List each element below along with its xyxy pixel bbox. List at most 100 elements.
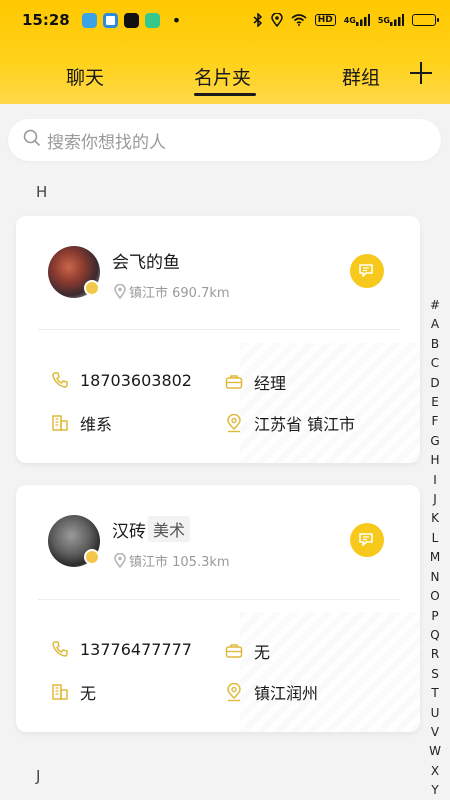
section-header: J: [36, 767, 41, 785]
index-letter[interactable]: J: [433, 490, 437, 509]
index-letter[interactable]: L: [432, 529, 439, 548]
index-letter[interactable]: I: [433, 471, 437, 490]
card-background-pattern: [240, 343, 420, 463]
index-letter[interactable]: X: [431, 762, 439, 781]
index-letter[interactable]: U: [431, 704, 440, 723]
index-letter[interactable]: T: [431, 684, 438, 703]
index-letter[interactable]: Q: [430, 626, 439, 645]
status-time: 15:28: [22, 11, 70, 29]
building-icon: [50, 682, 70, 702]
phone-number: 13776477777: [80, 639, 192, 659]
job-title: 无: [254, 643, 271, 662]
index-letter[interactable]: O: [430, 587, 439, 606]
chat-icon: [359, 264, 373, 277]
location-icon: [270, 13, 283, 27]
location-text: 镇江市 105.3km: [129, 555, 230, 570]
contact-card[interactable]: 会飞的鱼 镇江市 690.7km 18703603802 经理 维系 江苏省 镇…: [16, 216, 420, 463]
job-title-field: 经理: [224, 370, 286, 394]
alphabet-index[interactable]: # A B C D E F G H I J K L M N O P Q R S …: [426, 296, 444, 800]
search-icon: [23, 129, 41, 151]
contact-tag: 美术: [148, 516, 191, 542]
index-letter[interactable]: H: [430, 451, 439, 470]
index-letter[interactable]: B: [431, 335, 439, 354]
tab-groups[interactable]: 群组: [342, 63, 380, 90]
contact-name: 会飞的鱼: [112, 253, 180, 273]
signal-4g-label: 4G: [343, 15, 356, 25]
index-letter[interactable]: Y: [431, 781, 438, 800]
company-name: 维系: [80, 415, 113, 434]
contact-location: 镇江市 690.7km: [114, 282, 230, 301]
phone-field[interactable]: 18703603802: [50, 370, 192, 390]
tab-chat[interactable]: 聊天: [66, 63, 104, 90]
address-field: 江苏省 镇江市: [224, 411, 355, 435]
index-letter[interactable]: V: [431, 723, 439, 742]
location-icon: [224, 413, 244, 433]
phone-number: 18703603802: [80, 370, 192, 390]
job-title: 经理: [254, 374, 287, 393]
index-letter[interactable]: K: [431, 509, 439, 528]
divider: [38, 599, 400, 600]
index-letter[interactable]: W: [429, 742, 441, 761]
index-letter[interactable]: M: [430, 548, 440, 567]
section-header: H: [36, 183, 48, 201]
index-letter[interactable]: R: [431, 645, 439, 664]
tab-business-cards[interactable]: 名片夹: [194, 63, 251, 90]
company-name: 无: [80, 684, 97, 703]
company-field: 维系: [50, 411, 112, 435]
address-text: 镇江润州: [254, 684, 319, 703]
vip-badge-icon: [84, 549, 100, 565]
active-tab-indicator: [194, 93, 256, 96]
hd-icon: HD: [314, 14, 336, 26]
signal-5g-icon: 5G: [378, 14, 404, 26]
chat-button[interactable]: [350, 523, 384, 557]
status-icons: HD 4G 5G: [253, 13, 439, 27]
index-letter[interactable]: F: [432, 412, 439, 431]
index-letter[interactable]: S: [431, 665, 439, 684]
tiktok-notification-icon: [123, 12, 139, 28]
search-placeholder: 搜索你想找的人: [47, 132, 166, 153]
briefcase-icon: [224, 372, 244, 392]
location-icon: [224, 682, 244, 702]
company-field: 无: [50, 680, 96, 704]
index-letter[interactable]: A: [431, 315, 439, 334]
phone-icon: [50, 639, 70, 659]
battery-icon: [412, 14, 439, 26]
phone-icon: [50, 370, 70, 390]
bluetooth-icon: [253, 13, 263, 27]
message-notification-icon: [144, 12, 160, 28]
wifi-icon: [291, 14, 307, 26]
chat-icon: [359, 533, 373, 546]
index-letter[interactable]: #: [430, 296, 440, 315]
index-letter[interactable]: D: [430, 374, 439, 393]
status-bar: 15:28 • HD 4G 5G: [0, 0, 450, 40]
index-letter[interactable]: G: [430, 432, 439, 451]
job-title-field: 无: [224, 639, 270, 663]
signal-4g-icon: 4G: [344, 14, 370, 26]
app-notification-icon: [81, 12, 97, 28]
divider: [38, 329, 400, 330]
contact-location: 镇江市 105.3km: [114, 551, 230, 570]
index-letter[interactable]: N: [431, 568, 440, 587]
address-field: 镇江润州: [224, 680, 318, 704]
browser-notification-icon: [102, 12, 118, 28]
location-text: 镇江市 690.7km: [129, 286, 230, 301]
vip-badge-icon: [84, 280, 100, 296]
briefcase-icon: [224, 641, 244, 661]
index-letter[interactable]: P: [431, 607, 438, 626]
address-text: 江苏省 镇江市: [254, 415, 356, 434]
location-pin-icon: [114, 553, 126, 568]
index-letter[interactable]: E: [431, 393, 439, 412]
chat-button[interactable]: [350, 254, 384, 288]
signal-5g-label: 5G: [377, 15, 390, 25]
card-background-pattern: [240, 612, 420, 732]
add-icon[interactable]: [408, 60, 434, 86]
contact-card[interactable]: 汉砖 美术 镇江市 105.3km 13776477777 无 无 镇江润州: [16, 485, 420, 732]
location-pin-icon: [114, 284, 126, 299]
search-input[interactable]: 搜索你想找的人: [8, 119, 441, 161]
index-letter[interactable]: C: [431, 354, 439, 373]
phone-field[interactable]: 13776477777: [50, 639, 192, 659]
more-notifications-dot: •: [171, 10, 182, 30]
top-tabs: 聊天 名片夹 群组: [0, 56, 450, 96]
contact-name: 汉砖: [112, 522, 146, 542]
building-icon: [50, 413, 70, 433]
